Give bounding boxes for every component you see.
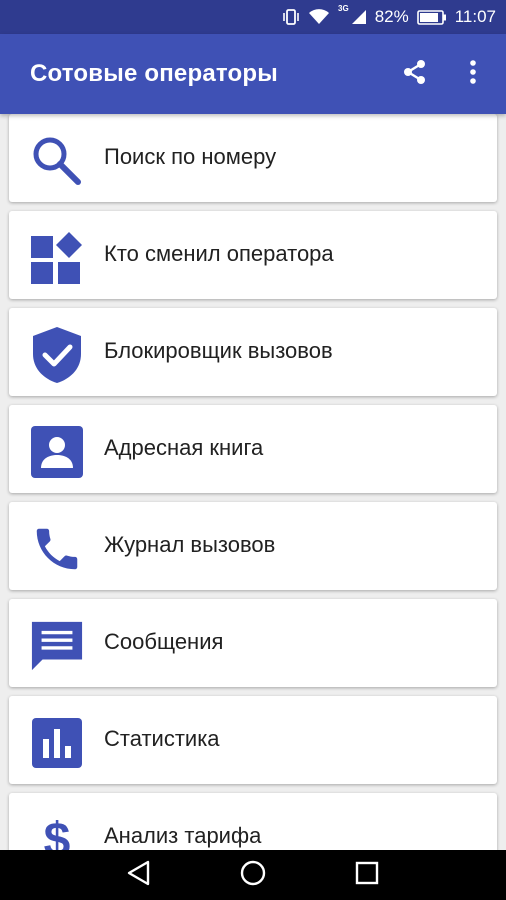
signal-icon [351,9,367,25]
menu-item-label: Сообщения [104,629,224,654]
widgets-icon [30,231,84,285]
menu-item-tariff-analysis[interactable]: $ Анализ тарифа [9,793,497,850]
menu-item-operator-change[interactable]: Кто сменил оператора [9,211,497,299]
menu-item-address-book[interactable]: Адресная книга [9,405,497,493]
home-icon [239,859,267,892]
clock: 11:07 [454,7,496,26]
menu-item-messages[interactable]: Сообщения [9,599,497,687]
menu-list[interactable]: Поиск по номеру Кто сменил оператора Бло… [0,114,506,850]
back-icon [126,860,152,891]
menu-item-call-blocker[interactable]: Блокировщик вызовов [9,308,497,396]
battery-icon [416,9,447,25]
dollar-icon: $ [43,813,71,851]
bar-chart-icon [30,716,84,770]
back-button[interactable] [119,855,159,895]
vibrate-icon [282,9,300,25]
app-title: Сотовые операторы [30,60,278,87]
menu-item-statistics[interactable]: Статистика [9,696,497,784]
network-type: 3G [338,4,349,13]
recents-button[interactable] [347,855,387,895]
menu-item-label: Кто сменил оператора [104,241,334,266]
share-button[interactable] [395,54,435,94]
menu-item-search-number[interactable]: Поиск по номеру [9,114,497,202]
more-options-button[interactable] [453,54,493,94]
menu-item-label: Анализ тарифа [104,823,262,848]
phone-icon [30,522,84,576]
shield-check-icon [30,327,84,383]
menu-item-call-log[interactable]: Журнал вызовов [9,502,497,590]
message-icon [30,619,84,673]
recents-icon [355,861,379,890]
home-button[interactable] [233,855,273,895]
more-vert-icon [469,59,477,90]
menu-item-label: Журнал вызовов [104,532,276,557]
menu-item-label: Адресная книга [104,435,264,460]
app-bar: Сотовые операторы [0,34,506,114]
status-bar: 3G 82% 11:07 [0,0,506,34]
share-icon [401,58,429,91]
menu-item-label: Поиск по номеру [104,144,277,169]
menu-item-label: Блокировщик вызовов [104,338,333,363]
wifi-icon [308,9,330,25]
battery-percent: 82% [374,7,409,26]
navigation-bar [0,850,506,900]
contact-icon [30,425,84,479]
menu-item-label: Статистика [104,726,220,751]
search-icon [30,134,84,188]
